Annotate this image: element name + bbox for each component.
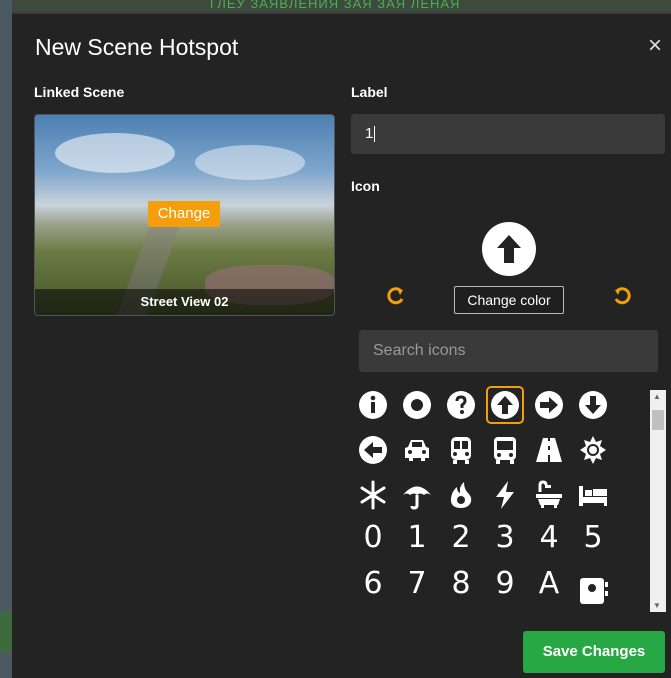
digit-3-icon[interactable]: 3	[488, 520, 522, 555]
icon-grid: 0 1 2 3 4 5 6 7 8 9 A	[356, 386, 628, 612]
snowflake-icon[interactable]	[356, 478, 390, 512]
bus-icon[interactable]	[444, 433, 478, 467]
digit-7-icon[interactable]: 7	[400, 566, 434, 601]
arrow-down-circle-icon[interactable]	[576, 388, 610, 422]
background-green-strip	[0, 612, 12, 652]
save-changes-button[interactable]: Save Changes	[523, 631, 665, 673]
search-icons-input[interactable]: Search icons	[359, 330, 658, 372]
digit-0-icon[interactable]: 0	[356, 520, 390, 555]
digit-2-icon[interactable]: 2	[444, 520, 478, 555]
background-header-text: ГЛЕУ ЗАЯВЛЕНИЯ ЗАЯ ЗАЯ ЛЕНАЯ	[210, 0, 461, 11]
digit-9-icon[interactable]: 9	[488, 566, 522, 601]
hotspot-modal: New Scene Hotspot × Linked Scene Change …	[12, 14, 671, 678]
digit-1-icon[interactable]: 1	[400, 520, 434, 555]
linked-scene-label: Linked Scene	[34, 84, 125, 100]
letter-a-icon[interactable]: A	[532, 566, 566, 601]
digit-8-icon[interactable]: 8	[444, 566, 478, 601]
scrollbar-thumb[interactable]	[652, 410, 664, 430]
arrow-up-circle-icon	[482, 222, 536, 276]
linked-scene-thumbnail[interactable]: Change Street View 02	[34, 114, 335, 316]
contact-card-icon[interactable]	[576, 574, 610, 608]
label-field-label: Label	[351, 84, 388, 100]
umbrella-icon[interactable]	[400, 478, 434, 512]
scene-cloud	[55, 133, 175, 173]
arrow-left-circle-icon[interactable]	[356, 433, 390, 467]
sun-icon[interactable]	[576, 433, 610, 467]
car-icon[interactable]	[400, 433, 434, 467]
bolt-icon[interactable]	[488, 478, 522, 512]
label-input-value: 1	[365, 125, 374, 142]
rotate-counterclockwise-icon[interactable]	[612, 286, 632, 312]
arrow-up-circle-icon[interactable]	[486, 386, 524, 424]
bus-front-icon[interactable]	[488, 433, 522, 467]
road-icon[interactable]	[532, 433, 566, 467]
modal-title: New Scene Hotspot	[35, 34, 239, 60]
question-circle-icon[interactable]	[444, 388, 478, 422]
bath-icon[interactable]	[532, 478, 566, 512]
digit-6-icon[interactable]: 6	[356, 566, 390, 601]
scroll-up-icon[interactable]: ▲	[653, 392, 661, 401]
digit-4-icon[interactable]: 4	[532, 520, 566, 555]
digit-5-icon[interactable]: 5	[576, 520, 610, 555]
scene-cloud	[195, 145, 305, 180]
label-input[interactable]: 1	[351, 114, 665, 154]
dot-circle-icon[interactable]	[400, 388, 434, 422]
background-left-strip	[0, 0, 12, 678]
icon-label: Icon	[351, 178, 380, 194]
icon-grid-scrollbar[interactable]: ▲ ▼	[650, 390, 666, 612]
rotate-clockwise-icon[interactable]	[386, 286, 406, 312]
scene-name: Street View 02	[35, 289, 334, 315]
bed-icon[interactable]	[576, 478, 610, 512]
change-scene-button[interactable]: Change	[148, 201, 220, 227]
info-circle-icon[interactable]	[356, 388, 390, 422]
arrow-right-circle-icon[interactable]	[532, 388, 566, 422]
close-icon[interactable]: ×	[648, 34, 662, 58]
fire-icon[interactable]	[444, 478, 478, 512]
change-color-button[interactable]: Change color	[454, 286, 564, 314]
text-cursor	[374, 126, 376, 143]
scroll-down-icon[interactable]: ▼	[653, 601, 661, 610]
